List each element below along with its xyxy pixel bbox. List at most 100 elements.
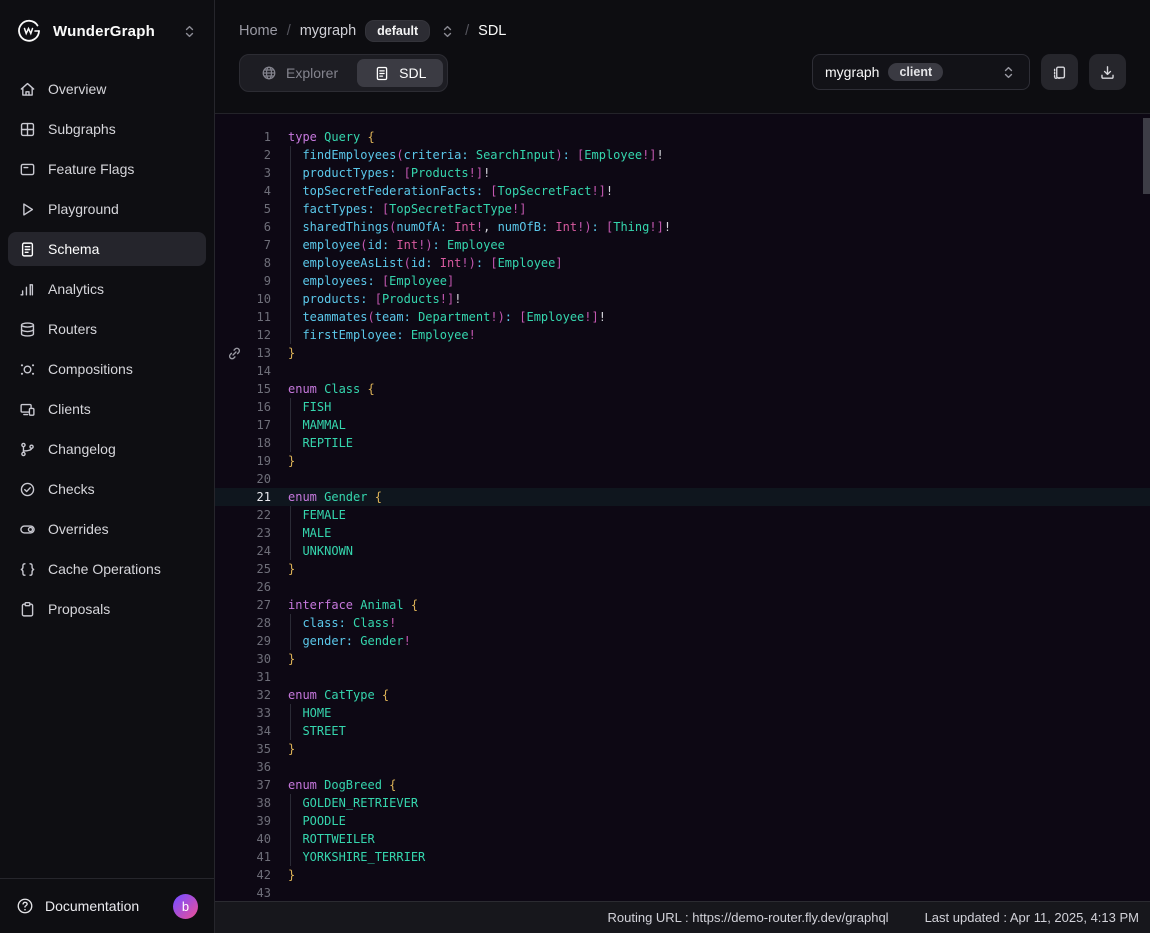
code-line[interactable]: 40 ROTTWEILER xyxy=(215,830,1150,848)
help-circle-icon[interactable] xyxy=(16,897,34,915)
code-line[interactable]: 1type Query { xyxy=(215,128,1150,146)
sidebar-item-cache-operations[interactable]: Cache Operations xyxy=(8,552,206,586)
code-line[interactable]: 38 GOLDEN_RETRIEVER xyxy=(215,794,1150,812)
orbit-icon xyxy=(19,361,36,378)
sidebar-item-subgraphs[interactable]: Subgraphs xyxy=(8,112,206,146)
line-number: 37 xyxy=(215,776,271,794)
sidebar-item-playground[interactable]: Playground xyxy=(8,192,206,226)
code-line[interactable]: 26 xyxy=(215,578,1150,596)
code-line[interactable]: 41 YORKSHIRE_TERRIER xyxy=(215,848,1150,866)
sidebar-item-feature-flags[interactable]: Feature Flags xyxy=(8,152,206,186)
code-line[interactable]: 23 MALE xyxy=(215,524,1150,542)
code-line[interactable]: 10 products: [Products!]! xyxy=(215,290,1150,308)
scrollbar-thumb[interactable] xyxy=(1143,118,1150,194)
code-line[interactable]: 9 employees: [Employee] xyxy=(215,272,1150,290)
code-line[interactable]: 17 MAMMAL xyxy=(215,416,1150,434)
code-text: POODLE xyxy=(288,812,346,830)
clipboard-icon xyxy=(19,601,36,618)
copy-button[interactable] xyxy=(1041,54,1078,90)
page-header: Home / mygraph default / SDL Explorer SD… xyxy=(215,0,1150,114)
code-line[interactable]: 4 topSecretFederationFacts: [TopSecretFa… xyxy=(215,182,1150,200)
code-text: findEmployees(criteria: SearchInput): [E… xyxy=(288,146,664,164)
breadcrumb: Home / mygraph default / SDL xyxy=(239,20,1126,42)
code-line[interactable]: 2 findEmployees(criteria: SearchInput): … xyxy=(215,146,1150,164)
line-number: 41 xyxy=(215,848,271,866)
chevron-updown-icon[interactable] xyxy=(181,23,198,40)
code-line[interactable]: 11 teammates(team: Department!): [Employ… xyxy=(215,308,1150,326)
code-line[interactable]: 35} xyxy=(215,740,1150,758)
code-line[interactable]: 15enum Class { xyxy=(215,380,1150,398)
sidebar-item-checks[interactable]: Checks xyxy=(8,472,206,506)
breadcrumb-home[interactable]: Home xyxy=(239,23,278,39)
code-line[interactable]: 28 class: Class! xyxy=(215,614,1150,632)
sidebar-item-label: Playground xyxy=(48,201,119,217)
code-line[interactable]: 19} xyxy=(215,452,1150,470)
code-line[interactable]: 6 sharedThings(numOfA: Int!, numOfB: Int… xyxy=(215,218,1150,236)
code-line[interactable]: 7 employee(id: Int!): Employee xyxy=(215,236,1150,254)
code-line[interactable]: 32enum CatType { xyxy=(215,686,1150,704)
sidebar-item-overrides[interactable]: Overrides xyxy=(8,512,206,546)
org-switcher[interactable]: WunderGraph xyxy=(0,0,214,62)
code-text: enum DogBreed { xyxy=(288,776,396,794)
sidebar-item-analytics[interactable]: Analytics xyxy=(8,272,206,306)
code-line[interactable]: 21enum Gender { xyxy=(215,488,1150,506)
namespace-badge[interactable]: default xyxy=(365,20,430,42)
code-text: MALE xyxy=(288,524,331,542)
code-line[interactable]: 16 FISH xyxy=(215,398,1150,416)
documentation-link[interactable]: Documentation xyxy=(45,898,139,914)
code-area: 1type Query {2 findEmployees(criteria: S… xyxy=(215,114,1150,901)
line-number: 22 xyxy=(215,506,271,524)
code-line[interactable]: 30} xyxy=(215,650,1150,668)
code-line[interactable]: 12 firstEmployee: Employee! xyxy=(215,326,1150,344)
code-line[interactable]: 22 FEMALE xyxy=(215,506,1150,524)
code-text: REPTILE xyxy=(288,434,353,452)
editor-scrollbar[interactable] xyxy=(1143,114,1150,901)
sidebar-item-clients[interactable]: Clients xyxy=(8,392,206,426)
sidebar-item-changelog[interactable]: Changelog xyxy=(8,432,206,466)
line-number: 43 xyxy=(215,884,271,901)
code-line[interactable]: 43 xyxy=(215,884,1150,901)
sidebar-item-routers[interactable]: Routers xyxy=(8,312,206,346)
code-line[interactable]: 5 factTypes: [TopSecretFactType!] xyxy=(215,200,1150,218)
sidebar-item-schema[interactable]: Schema xyxy=(8,232,206,266)
code-line[interactable]: 29 gender: Gender! xyxy=(215,632,1150,650)
code-line[interactable]: 34 STREET xyxy=(215,722,1150,740)
code-line[interactable]: 31 xyxy=(215,668,1150,686)
user-avatar[interactable]: b xyxy=(173,894,198,919)
code-line[interactable]: 27interface Animal { xyxy=(215,596,1150,614)
line-number: 9 xyxy=(215,272,271,290)
sidebar-item-compositions[interactable]: Compositions xyxy=(8,352,206,386)
code-line[interactable]: 25} xyxy=(215,560,1150,578)
line-number: 12 xyxy=(215,326,271,344)
download-icon xyxy=(1099,64,1116,81)
line-number: 39 xyxy=(215,812,271,830)
breadcrumb-graph[interactable]: mygraph xyxy=(300,23,356,39)
chevron-updown-icon[interactable] xyxy=(439,23,456,40)
code-line[interactable]: 14 xyxy=(215,362,1150,380)
line-number: 27 xyxy=(215,596,271,614)
code-line[interactable]: 39 POODLE xyxy=(215,812,1150,830)
code-text: sharedThings(numOfA: Int!, numOfB: Int!)… xyxy=(288,218,671,236)
download-button[interactable] xyxy=(1089,54,1126,90)
tab-sdl[interactable]: SDL xyxy=(357,59,443,87)
code-text: factTypes: [TopSecretFactType!] xyxy=(288,200,526,218)
code-line[interactable]: 37 enum DogBreed { xyxy=(215,776,1150,794)
git-branch-icon xyxy=(19,441,36,458)
code-line[interactable]: 20 xyxy=(215,470,1150,488)
sidebar-item-label: Routers xyxy=(48,321,97,337)
sidebar-item-label: Clients xyxy=(48,401,91,417)
graph-select[interactable]: mygraph client xyxy=(812,54,1030,90)
code-line[interactable]: 42} xyxy=(215,866,1150,884)
code-line[interactable]: 13} xyxy=(215,344,1150,362)
link-icon[interactable] xyxy=(226,345,243,362)
code-line[interactable]: 24 UNKNOWN xyxy=(215,542,1150,560)
sdl-code-editor[interactable]: 1type Query {2 findEmployees(criteria: S… xyxy=(215,114,1150,901)
code-line[interactable]: 36 xyxy=(215,758,1150,776)
code-line[interactable]: 33 HOME xyxy=(215,704,1150,722)
code-line[interactable]: 18 REPTILE xyxy=(215,434,1150,452)
sidebar-item-overview[interactable]: Overview xyxy=(8,72,206,106)
sidebar-item-proposals[interactable]: Proposals xyxy=(8,592,206,626)
code-line[interactable]: 8 employeeAsList(id: Int!): [Employee] xyxy=(215,254,1150,272)
code-line[interactable]: 3 productTypes: [Products!]! xyxy=(215,164,1150,182)
tab-explorer[interactable]: Explorer xyxy=(244,59,355,87)
